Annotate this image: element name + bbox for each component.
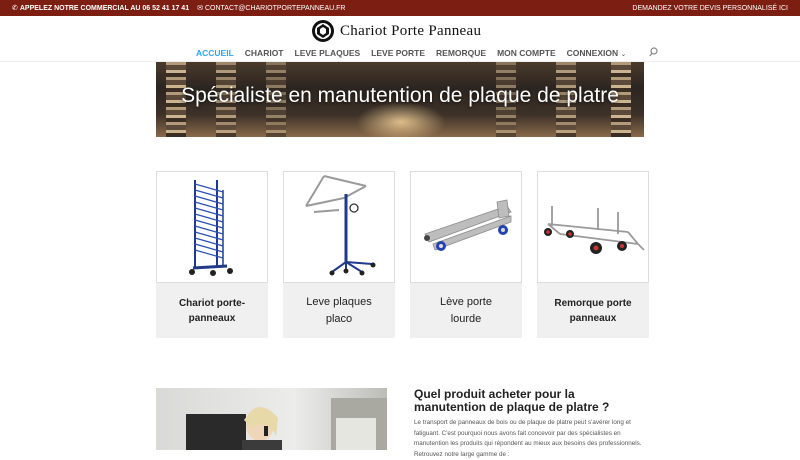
nav-item-connexion[interactable]: CONNEXION ⌄ [567, 48, 627, 58]
product-cards: Chariot porte-panneaux Leve plaques plac… [156, 171, 649, 338]
site-logo[interactable]: Chariot Porte Panneau [311, 19, 481, 43]
hero-banner: Spécialiste en manutention de plaque de … [156, 62, 644, 137]
product-label-chariot[interactable]: Chariot porte-panneaux [156, 283, 268, 338]
product-image-leve-plaques[interactable] [283, 171, 395, 283]
product-card-leve-porte[interactable]: Lève porte lourde [410, 171, 522, 338]
phone-icon: ✆ [12, 5, 18, 12]
nav-item-remorque[interactable]: REMORQUE [436, 48, 486, 58]
nav-item-mon-compte[interactable]: MON COMPTE [497, 48, 556, 58]
phone-text: APPELEZ NOTRE COMMERCIAL AU 06 52 41 17 … [19, 4, 190, 12]
email-contact[interactable]: ✉ CONTACT@CHARIOTPORTEPANNEAU.FR [197, 4, 346, 13]
email-text: CONTACT@CHARIOTPORTEPANNEAU.FR [204, 4, 346, 12]
nav-item-accueil[interactable]: ACCUEIL [196, 48, 234, 58]
top-bar: ✆ APPELEZ NOTRE COMMERCIAL AU 06 52 41 1… [0, 0, 800, 16]
hero-title: Spécialiste en manutention de plaque de … [181, 84, 619, 107]
quote-link[interactable]: DEMANDEZ VOTRE DEVIS PERSONNALISÉ ICI [632, 5, 788, 12]
section-title: Quel produit acheter pour la manutention… [414, 387, 610, 415]
product-label-remorque[interactable]: Remorque porte panneaux [537, 283, 649, 338]
product-image-leve-porte[interactable] [410, 171, 522, 283]
nav-item-chariot[interactable]: CHARIOT [245, 48, 284, 58]
nav-item-leve-porte[interactable]: LEVE PORTE [371, 48, 425, 58]
section-text: Quel produit acheter pour la manutention… [414, 387, 649, 460]
search-icon[interactable] [649, 47, 658, 59]
envelope-icon: ✉ [197, 5, 203, 12]
section-body: Le transport de panneaux de bois ou de p… [414, 419, 642, 458]
site-header: Chariot Porte Panneau ACCUEIL CHARIOT LE… [0, 16, 800, 62]
logo-icon [312, 20, 334, 42]
nav-item-connexion-label: CONNEXION [566, 48, 619, 58]
product-card-leve-plaques[interactable]: Leve plaques placo [283, 171, 395, 338]
product-label-leve-plaques[interactable]: Leve plaques placo [283, 283, 395, 338]
product-image-chariot[interactable] [156, 171, 268, 283]
main-nav: ACCUEIL CHARIOT LEVE PLAQUES LEVE PORTE … [196, 47, 658, 59]
chevron-down-icon: ⌄ [620, 51, 627, 58]
section-photo [156, 388, 387, 450]
logo-text: Chariot Porte Panneau [340, 22, 482, 39]
product-card-chariot[interactable]: Chariot porte-panneaux [156, 171, 268, 338]
product-image-remorque[interactable] [537, 171, 649, 283]
product-label-leve-porte[interactable]: Lève porte lourde [410, 283, 522, 338]
phone-contact[interactable]: ✆ APPELEZ NOTRE COMMERCIAL AU 06 52 41 1… [12, 4, 190, 13]
product-card-remorque[interactable]: Remorque porte panneaux [537, 171, 649, 338]
nav-item-leve-plaques[interactable]: LEVE PLAQUES [295, 48, 361, 58]
